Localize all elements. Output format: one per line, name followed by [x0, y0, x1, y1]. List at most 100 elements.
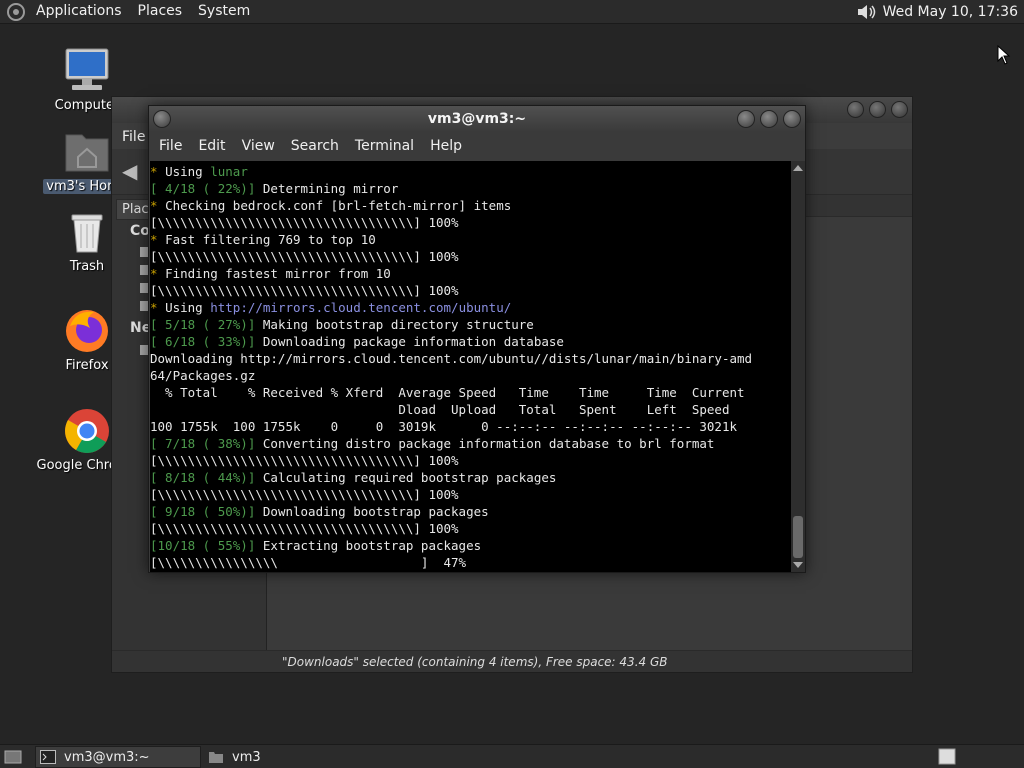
- window-menu-button[interactable]: [153, 110, 171, 128]
- terminal-title: vm3@vm3:~: [427, 111, 527, 127]
- terminal-text: Making bootstrap directory structure: [262, 317, 534, 332]
- task-file-manager[interactable]: vm3: [204, 746, 324, 768]
- minimize-button[interactable]: [737, 110, 755, 128]
- terminal-text: Downloading bootstrap packages: [262, 504, 489, 519]
- terminal-line: [\\\\\\\\\\\\\\\\ ] 47%: [150, 554, 791, 571]
- close-button[interactable]: [783, 110, 801, 128]
- terminal-window[interactable]: vm3@vm3:~ File Edit View Search Terminal…: [148, 105, 806, 573]
- terminal-line: Downloading http://mirrors.cloud.tencent…: [150, 350, 791, 367]
- terminal-text: Determining mirror: [262, 181, 399, 196]
- mouse-cursor-icon: [997, 45, 1011, 65]
- menu-help[interactable]: Help: [422, 138, 470, 154]
- terminal-text: [ 8/18 ( 44%)]: [150, 470, 263, 485]
- terminal-text: [\\\\\\\\\\\\\\\\\\\\\\\\\\\\\\\\\\] 100…: [150, 453, 459, 468]
- maximize-button[interactable]: [869, 101, 886, 118]
- task-label: vm3@vm3:~: [64, 749, 150, 765]
- terminal-text: [10/18 ( 55%)]: [150, 538, 263, 553]
- terminal-line: * Finding fastest mirror from 10: [150, 265, 791, 282]
- terminal-text: 100 1755k 100 1755k 0 0 3019k 0 --:--:--…: [150, 419, 737, 434]
- show-desktop-icon[interactable]: [4, 749, 22, 765]
- menu-edit[interactable]: Edit: [190, 138, 233, 154]
- file-menu[interactable]: File: [122, 129, 145, 145]
- minimize-button[interactable]: [847, 101, 864, 118]
- clock[interactable]: Wed May 10, 17:36: [883, 4, 1018, 20]
- terminal-line: [\\\\\\\\\\\\\\\\\\\\\\\\\\\\\\\\\\] 100…: [150, 452, 791, 469]
- terminal-menubar: File Edit View Search Terminal Help: [149, 132, 805, 160]
- terminal-text: [ 9/18 ( 50%)]: [150, 504, 263, 519]
- terminal-line: [ 9/18 ( 50%)] Downloading bootstrap pac…: [150, 503, 791, 520]
- scroll-up-arrow-icon[interactable]: [793, 165, 803, 171]
- menu-view[interactable]: View: [234, 138, 283, 154]
- terminal-text: 64/Packages.gz: [150, 368, 256, 383]
- terminal-text: Finding fastest mirror from 10: [165, 266, 391, 281]
- terminal-text: Calculating required bootstrap packages: [262, 470, 557, 485]
- home-folder-icon: [209, 752, 223, 763]
- terminal-text: [\\\\\\\\\\\\\\\\ ] 47%: [150, 555, 467, 570]
- firefox-icon: [66, 310, 108, 352]
- terminal-text: lunar: [210, 164, 248, 179]
- top-panel: Applications Places System Wed May 10, 1…: [0, 0, 1024, 24]
- terminal-text: *: [150, 266, 166, 281]
- terminal-scrollbar[interactable]: [791, 161, 805, 572]
- terminal-line: * Checking bedrock.conf [brl-fetch-mirro…: [150, 197, 791, 214]
- terminal-line: [ 4/18 ( 22%)] Determining mirror: [150, 180, 791, 197]
- system-menu[interactable]: System: [190, 0, 258, 24]
- terminal-text: Using: [165, 164, 211, 179]
- terminal-line: * Using http://mirrors.cloud.tencent.com…: [150, 299, 791, 316]
- terminal-text: [ 7/18 ( 38%)]: [150, 436, 263, 451]
- places-menu[interactable]: Places: [130, 0, 191, 24]
- terminal-line: Dload Upload Total Spent Left Speed: [150, 401, 791, 418]
- applications-menu[interactable]: Applications: [28, 0, 130, 24]
- terminal-text: http://mirrors.cloud.tencent.com/ubuntu/: [210, 300, 512, 315]
- terminal-line: [ 6/18 ( 33%)] Downloading package infor…: [150, 333, 791, 350]
- terminal-output[interactable]: * Using lunar[ 4/18 ( 22%)] Determining …: [150, 161, 791, 572]
- menu-terminal[interactable]: Terminal: [347, 138, 422, 154]
- terminal-icon: [40, 750, 56, 764]
- terminal-text: Downloading http://mirrors.cloud.tencent…: [150, 351, 753, 366]
- terminal-text: Extracting bootstrap packages: [262, 538, 482, 553]
- gnome-foot-icon[interactable]: [6, 2, 26, 22]
- terminal-line: 64/Packages.gz: [150, 367, 791, 384]
- task-terminal[interactable]: vm3@vm3:~: [35, 746, 201, 768]
- volume-icon[interactable]: [855, 2, 877, 22]
- terminal-text: [\\\\\\\\\\\\\\\\\\\\\\\\\\\\\\\\\\] 100…: [150, 249, 459, 264]
- menu-file[interactable]: File: [151, 138, 190, 154]
- task-label: vm3: [232, 749, 261, 765]
- status-bar: "Downloads" selected (containing 4 items…: [112, 650, 912, 672]
- terminal-line: [\\\\\\\\\\\\\\\\\\\\\\\\\\\\\\\\\\] 100…: [150, 248, 791, 265]
- terminal-line: [\\\\\\\\\\\\\\\\\\\\\\\\\\\\\\\\\\] 100…: [150, 214, 791, 231]
- terminal-line: [ 8/18 ( 44%)] Calculating required boot…: [150, 469, 791, 486]
- terminal-line: % Total % Received % Xferd Average Speed…: [150, 384, 791, 401]
- terminal-titlebar[interactable]: vm3@vm3:~: [149, 106, 805, 132]
- terminal-text: Fast filtering 769 to top 10: [165, 232, 376, 247]
- bottom-panel: vm3@vm3:~ vm3: [0, 744, 1024, 768]
- scroll-down-arrow-icon[interactable]: [793, 562, 803, 568]
- trash-icon: [71, 214, 103, 253]
- maximize-button[interactable]: [760, 110, 778, 128]
- terminal-line: [\\\\\\\\\\\\\\\\\\\\\\\\\\\\\\\\\\] 100…: [150, 282, 791, 299]
- terminal-text: Checking bedrock.conf [brl-fetch-mirror]…: [165, 198, 512, 213]
- terminal-line: 100 1755k 100 1755k 0 0 3019k 0 --:--:--…: [150, 418, 791, 435]
- terminal-text: Dload Upload Total Spent Left Speed: [150, 402, 730, 417]
- terminal-text: % Total % Received % Xferd Average Speed…: [150, 385, 745, 400]
- terminal-line: [ 5/18 ( 27%)] Making bootstrap director…: [150, 316, 791, 333]
- menu-search[interactable]: Search: [283, 138, 347, 154]
- terminal-text: [\\\\\\\\\\\\\\\\\\\\\\\\\\\\\\\\\\] 100…: [150, 521, 459, 536]
- terminal-text: *: [150, 198, 166, 213]
- back-arrow-icon[interactable]: ◀: [122, 159, 137, 183]
- terminal-line: [10/18 ( 55%)] Extracting bootstrap pack…: [150, 537, 791, 554]
- terminal-text: Using: [165, 300, 211, 315]
- home-folder-icon: [65, 134, 109, 172]
- close-button[interactable]: [891, 101, 908, 118]
- desktop-icon-label: Firefox: [65, 358, 109, 373]
- scrollbar-thumb[interactable]: [793, 516, 803, 558]
- terminal-text: [ 4/18 ( 22%)]: [150, 181, 263, 196]
- terminal-text: [\\\\\\\\\\\\\\\\\\\\\\\\\\\\\\\\\\] 100…: [150, 283, 459, 298]
- terminal-text: [ 5/18 ( 27%)]: [150, 317, 263, 332]
- terminal-line: [\\\\\\\\\\\\\\\\\\\\\\\\\\\\\\\\\\] 100…: [150, 520, 791, 537]
- terminal-text: [ 6/18 ( 33%)]: [150, 334, 263, 349]
- terminal-text: Downloading package information database: [262, 334, 564, 349]
- terminal-text: *: [150, 232, 166, 247]
- workspace-switcher-icon[interactable]: [938, 748, 956, 765]
- terminal-text: [\\\\\\\\\\\\\\\\\\\\\\\\\\\\\\\\\\] 100…: [150, 215, 459, 230]
